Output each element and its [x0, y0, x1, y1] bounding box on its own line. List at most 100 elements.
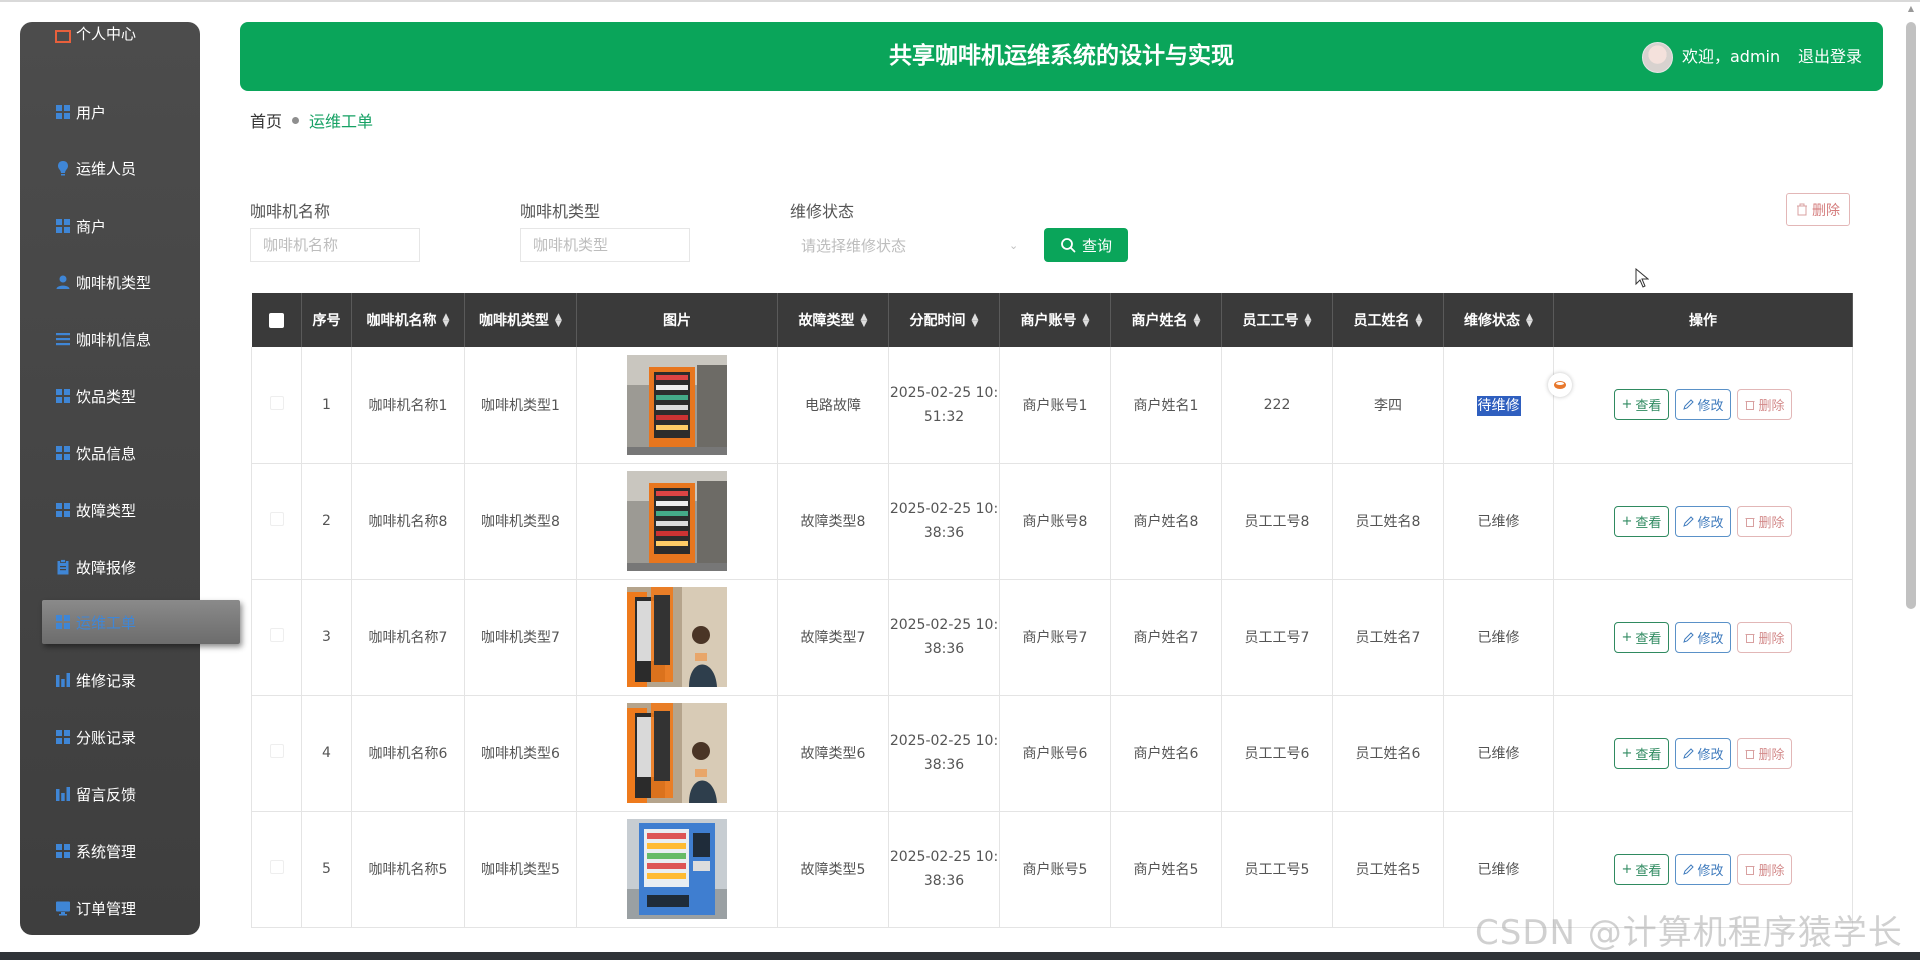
column-header-9[interactable]: 员工工号 ▲ ▼ — [1221, 293, 1333, 347]
top-header: 共享咖啡机运维系统的设计与实现 欢迎，admin 退出登录 — [240, 22, 1883, 91]
cell-text: 员工姓名8 — [1355, 514, 1421, 530]
column-header-6[interactable]: 分配时间 ▲ ▼ — [888, 293, 1000, 347]
column-header-label: 分配时间 — [909, 313, 966, 329]
row-checkbox[interactable] — [269, 512, 284, 526]
view-button[interactable]: + 查看 — [1613, 505, 1670, 537]
type-filter-label: 咖啡机类型 — [520, 202, 601, 221]
column-header-8[interactable]: 商户姓名 ▲ ▼ — [1110, 293, 1222, 347]
sidebar-item-16[interactable]: 订单管理 — [20, 886, 200, 930]
cell-text: 4 — [322, 745, 331, 761]
sidebar-item-4[interactable]: 商户 — [20, 204, 200, 248]
cell-status: 已维修 — [1443, 579, 1554, 696]
row-checkbox[interactable] — [269, 628, 284, 642]
cell-text: 咖啡机名称6 — [368, 746, 448, 762]
sidebar-item-1[interactable]: 个人中心 — [20, 22, 200, 48]
edit-button[interactable]: 修改 — [1675, 621, 1732, 653]
column-header-7[interactable]: 商户账号 ▲ ▼ — [999, 293, 1111, 347]
cell-text: 商户账号6 — [1022, 746, 1088, 762]
view-button[interactable]: + 查看 — [1613, 389, 1670, 421]
sort-icon[interactable]: ▲ ▼ — [1416, 313, 1423, 329]
user-icon — [54, 274, 71, 291]
column-header-3[interactable]: 咖啡机类型 ▲ ▼ — [464, 293, 577, 347]
select-all-checkbox[interactable] — [268, 312, 284, 328]
delete-button-label: 删除 — [1758, 863, 1785, 879]
coffee-machine-photo[interactable] — [627, 354, 727, 455]
sort-icon[interactable]: ▲ ▼ — [443, 313, 450, 329]
table-row: 2 咖啡机名称8 咖啡机类型8 故障类型8 2025-02-25 10: 38:36 商… — [251, 463, 1853, 580]
table-row: 3 咖啡机名称7 咖啡机类型7 故障类型7 2025-02-25 10: 38:36 商… — [251, 579, 1853, 696]
edit-button[interactable]: 修改 — [1675, 389, 1732, 421]
edit-button[interactable]: 修改 — [1675, 853, 1732, 885]
sidebar-item-14[interactable]: 留言反馈 — [20, 772, 200, 816]
logout-link[interactable]: 退出登录 — [1798, 22, 1862, 91]
sort-icon[interactable]: ▲ ▼ — [1305, 313, 1312, 329]
cell-index: 4 — [301, 695, 352, 812]
coffee-machine-photo[interactable] — [627, 703, 727, 803]
name-filter-input[interactable] — [250, 228, 420, 262]
row-select-cell — [251, 463, 302, 580]
column-header-5[interactable]: 故障类型 ▲ ▼ — [777, 293, 889, 347]
pencil-icon — [1683, 515, 1695, 527]
type-filter-input[interactable] — [520, 228, 690, 262]
cell-actions: + 查看 修改 删除 — [1553, 695, 1853, 812]
delete-button[interactable]: 删除 — [1737, 853, 1793, 885]
sort-icon[interactable]: ▲ ▼ — [861, 313, 868, 329]
sidebar-item-5[interactable]: 咖啡机类型 — [20, 260, 200, 304]
row-checkbox[interactable] — [269, 744, 284, 758]
plus-icon: + — [1621, 397, 1633, 413]
status-filter-select[interactable]: 请选择维修状态 ⌄ — [790, 228, 1025, 262]
row-select-cell — [251, 579, 302, 696]
sidebar-item-9[interactable]: 故障类型 — [20, 488, 200, 532]
sort-icon[interactable]: ▲ ▼ — [1526, 313, 1533, 329]
floating-assistant-icon[interactable] — [1548, 373, 1572, 397]
sort-icon[interactable]: ▲ ▼ — [555, 313, 562, 329]
sidebar-item-8[interactable]: 饮品信息 — [20, 431, 200, 475]
status-text: 待维修 — [1476, 395, 1521, 416]
delete-button[interactable]: 删除 — [1737, 737, 1793, 769]
sidebar-item-11[interactable]: 运维工单 — [42, 600, 240, 644]
trash-icon — [1745, 748, 1755, 759]
cell-fault: 电路故障 — [777, 347, 889, 464]
sidebar-item-3[interactable]: 运维人员 — [20, 146, 200, 190]
delete-button[interactable]: 删除 — [1737, 505, 1793, 537]
view-button[interactable]: + 查看 — [1613, 621, 1670, 653]
cell-image — [576, 695, 778, 812]
sidebar-item-6[interactable]: 咖啡机信息 — [20, 317, 200, 361]
sidebar-item-7[interactable]: 饮品类型 — [20, 374, 200, 418]
view-button-label: 查看 — [1635, 631, 1662, 647]
coffee-machine-photo[interactable] — [627, 471, 727, 571]
column-header-11[interactable]: 维修状态 ▲ ▼ — [1443, 293, 1554, 347]
query-button[interactable]: 查询 — [1044, 228, 1128, 262]
cell-status: 已维修 — [1443, 463, 1554, 580]
avatar[interactable] — [1642, 42, 1673, 73]
batch-delete-button[interactable]: 删除 — [1786, 193, 1850, 226]
sort-icon[interactable]: ▲ ▼ — [972, 313, 979, 329]
sidebar-item-10[interactable]: 故障报修 — [20, 545, 200, 589]
cell-text: 电路故障 — [805, 397, 861, 414]
cell-merchant: 商户姓名6 — [1110, 695, 1222, 812]
edit-button[interactable]: 修改 — [1675, 505, 1732, 537]
breadcrumb-home[interactable]: 首页 — [250, 108, 282, 132]
chevron-down-icon: ⌄ — [1009, 239, 1019, 252]
cell-text: 员工姓名6 — [1355, 746, 1421, 762]
row-checkbox[interactable] — [269, 860, 284, 874]
coffee-machine-photo[interactable] — [627, 819, 727, 919]
sidebar-item-2[interactable]: 用户 — [20, 90, 200, 134]
edit-button[interactable]: 修改 — [1675, 737, 1732, 769]
vertical-scrollbar[interactable] — [1906, 22, 1916, 609]
delete-button[interactable]: 删除 — [1737, 389, 1793, 421]
sidebar-item-12[interactable]: 维修记录 — [20, 658, 200, 702]
sort-icon[interactable]: ▲ ▼ — [1083, 313, 1090, 329]
sidebar-item-13[interactable]: 分账记录 — [20, 715, 200, 759]
row-checkbox[interactable] — [269, 395, 284, 410]
view-button[interactable]: + 查看 — [1613, 853, 1670, 885]
delete-button[interactable]: 删除 — [1737, 621, 1793, 653]
scroll-up-arrow-icon[interactable]: ▲ — [1906, 4, 1916, 14]
view-button[interactable]: + 查看 — [1613, 737, 1670, 769]
sidebar-item-15[interactable]: 系统管理 — [20, 829, 200, 873]
sidebar-item-label: 饮品类型 — [76, 387, 137, 406]
sort-icon[interactable]: ▲ ▼ — [1194, 313, 1201, 329]
coffee-machine-photo[interactable] — [627, 587, 727, 687]
column-header-2[interactable]: 咖啡机名称 ▲ ▼ — [351, 293, 465, 347]
column-header-10[interactable]: 员工姓名 ▲ ▼ — [1332, 293, 1444, 347]
